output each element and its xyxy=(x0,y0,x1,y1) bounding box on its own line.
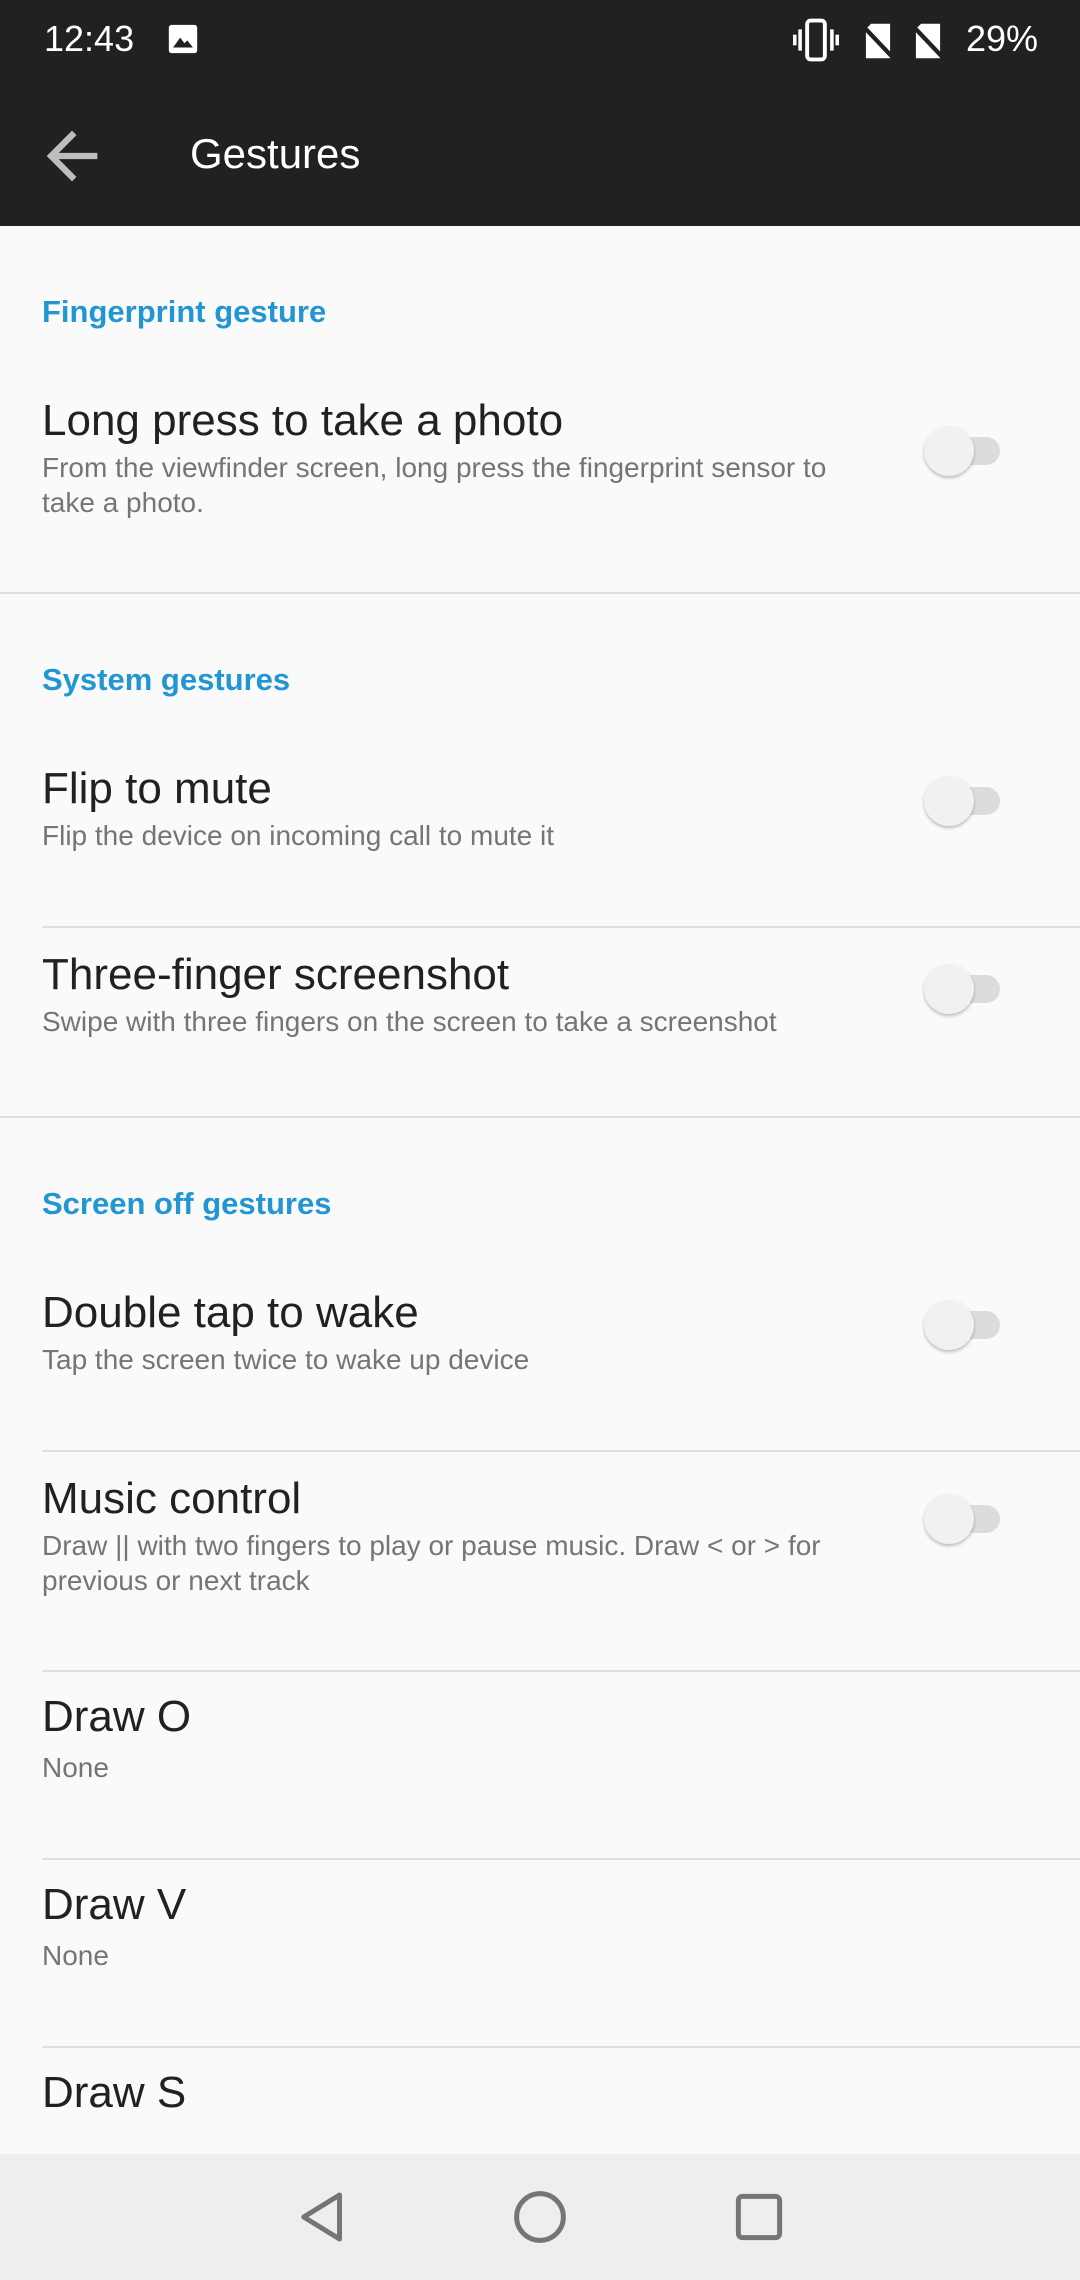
battery-level: 29% xyxy=(966,18,1039,59)
setting-three-finger-screenshot[interactable]: Three-finger screenshot Swipe with three… xyxy=(0,950,1080,1040)
toggle-switch[interactable] xyxy=(924,1490,1008,1548)
setting-value: None xyxy=(42,1752,109,1783)
row-divider xyxy=(42,2046,1080,2048)
settings-list: Fingerprint gesture Long press to take a… xyxy=(0,226,1080,2154)
section-header-system: System gestures xyxy=(42,662,291,697)
arrow-back-icon[interactable] xyxy=(34,118,110,194)
setting-title: Three-finger screenshot xyxy=(42,950,510,999)
status-time: 12:43 xyxy=(44,18,135,59)
no-sim-icon xyxy=(860,23,896,60)
recents-square-icon[interactable] xyxy=(726,2184,792,2250)
setting-draw-s[interactable]: Draw S xyxy=(0,2068,1080,2154)
row-divider xyxy=(42,1858,1080,1860)
row-divider xyxy=(42,1450,1080,1452)
setting-draw-v[interactable]: Draw V None xyxy=(0,1880,1080,1990)
toggle-switch[interactable] xyxy=(924,960,1008,1018)
back-triangle-icon[interactable] xyxy=(290,2184,356,2250)
setting-double-tap-wake[interactable]: Double tap to wake Tap the screen twice … xyxy=(0,1288,1080,1378)
setting-subtitle: Draw || with two fingers to play or paus… xyxy=(42,1530,821,1596)
setting-subtitle: From the viewfinder screen, long press t… xyxy=(42,452,827,518)
setting-value: None xyxy=(42,1940,109,1971)
setting-title: Draw V xyxy=(42,1880,187,1929)
section-header-screen-off: Screen off gestures xyxy=(42,1186,332,1221)
setting-title: Flip to mute xyxy=(42,764,272,813)
setting-subtitle: Flip the device on incoming call to mute… xyxy=(42,820,555,851)
app-toolbar: Gestures xyxy=(0,80,1080,226)
navigation-bar xyxy=(0,2154,1080,2280)
no-sim-icon xyxy=(910,23,946,60)
section-divider xyxy=(0,1116,1080,1118)
vibrate-icon xyxy=(793,18,839,62)
setting-subtitle: Tap the screen twice to wake up device xyxy=(42,1344,530,1375)
toggle-switch[interactable] xyxy=(924,1296,1008,1354)
toggle-switch[interactable] xyxy=(924,772,1008,830)
setting-subtitle: Swipe with three fingers on the screen t… xyxy=(42,1006,777,1037)
setting-flip-to-mute[interactable]: Flip to mute Flip the device on incoming… xyxy=(0,764,1080,854)
status-bar: 12:43 29% xyxy=(0,0,1080,80)
toggle-switch[interactable] xyxy=(924,422,1008,480)
setting-music-control[interactable]: Music control Draw || with two fingers t… xyxy=(0,1474,1080,1600)
page-title: Gestures xyxy=(190,130,361,177)
setting-title: Music control xyxy=(42,1474,302,1523)
setting-title: Long press to take a photo xyxy=(42,396,564,445)
home-circle-icon[interactable] xyxy=(507,2184,573,2250)
section-header-fingerprint: Fingerprint gesture xyxy=(42,294,327,329)
setting-title: Double tap to wake xyxy=(42,1288,419,1337)
row-divider xyxy=(42,1670,1080,1672)
photo-icon xyxy=(168,24,198,54)
setting-title: Draw O xyxy=(42,1692,192,1741)
setting-long-press-photo[interactable]: Long press to take a photo From the view… xyxy=(0,396,1080,522)
setting-title: Draw S xyxy=(42,2068,187,2117)
setting-draw-o[interactable]: Draw O None xyxy=(0,1692,1080,1802)
section-divider xyxy=(0,592,1080,594)
row-divider xyxy=(42,926,1080,928)
